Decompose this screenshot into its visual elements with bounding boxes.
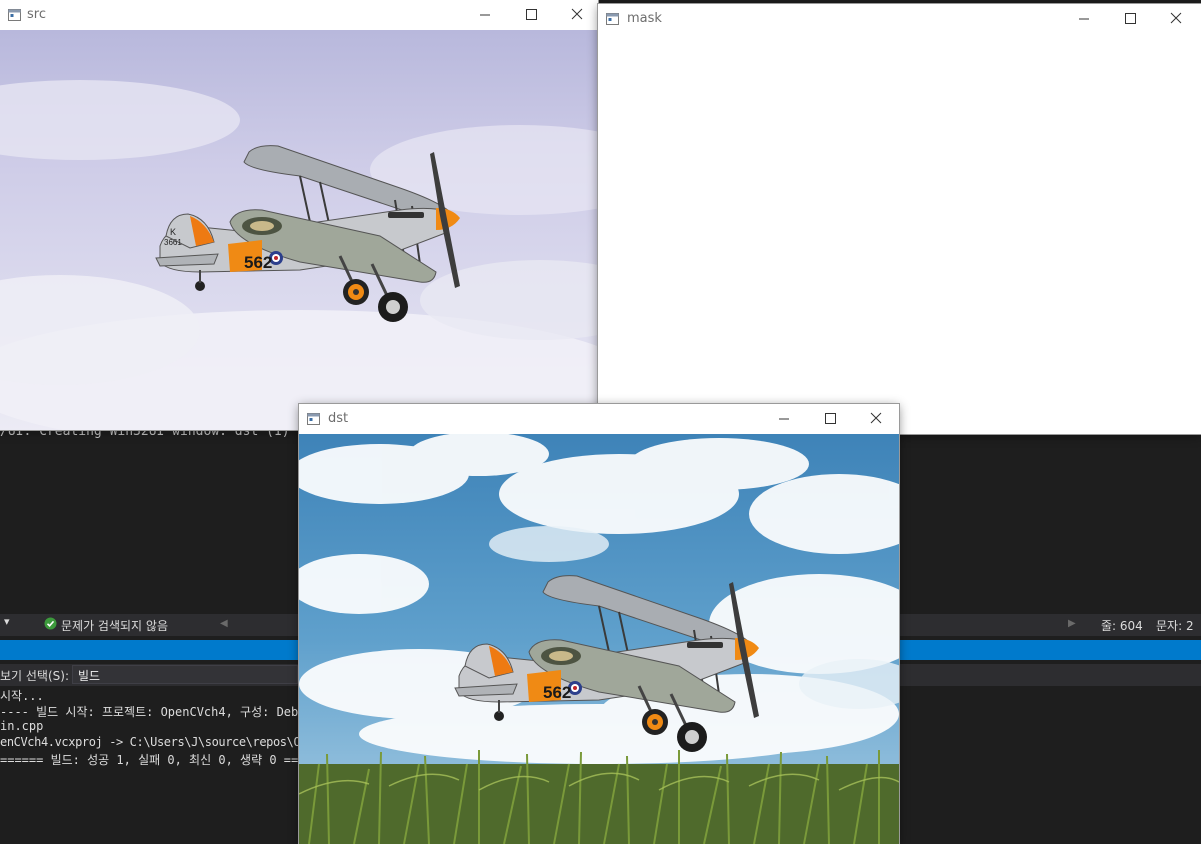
dst-window[interactable]: dst 562 (299, 404, 899, 844)
close-button[interactable] (853, 404, 899, 434)
svg-text:K: K (170, 227, 176, 237)
window-title: mask (627, 11, 662, 26)
minimize-icon (1079, 18, 1089, 20)
window-title: src (27, 7, 46, 22)
src-window[interactable]: src 562 K 3661 (0, 0, 598, 430)
output-line: ====== 빌드: 성공 1, 실패 0, 최신 0, 생략 0 ====== (0, 753, 328, 767)
maximize-icon (526, 9, 537, 20)
check-circle-icon (44, 617, 57, 633)
livery-number: 562 (244, 253, 272, 272)
maximize-button[interactable] (508, 0, 554, 30)
app-icon (307, 413, 320, 425)
window-title-bar[interactable]: src (0, 0, 598, 30)
window-title: dst (328, 411, 349, 426)
maximize-icon (1125, 13, 1136, 24)
minimize-button[interactable] (1061, 4, 1107, 34)
output-line: ---- 빌드 시작: 프로젝트: OpenCVch4, 구성: Debug x (0, 705, 328, 719)
maximize-button[interactable] (1107, 4, 1153, 34)
line-number-status: 줄: 604 (1101, 619, 1143, 633)
scroll-left-icon[interactable]: ◀ (220, 618, 228, 629)
close-icon (571, 8, 583, 20)
minimize-button[interactable] (761, 404, 807, 434)
app-icon (606, 13, 619, 25)
minimize-button[interactable] (462, 0, 508, 30)
char-number-status: 문자: 2 (1156, 619, 1194, 633)
dst-image: 562 (299, 434, 899, 844)
dropdown-arrow-icon[interactable]: ▾ (4, 615, 10, 628)
mask-image (598, 34, 1201, 434)
mask-window[interactable]: mask (598, 4, 1201, 434)
window-title-bar[interactable]: mask (598, 4, 1201, 34)
close-icon (1170, 12, 1182, 24)
app-icon (8, 9, 21, 21)
window-title-bar[interactable]: dst (299, 404, 899, 434)
no-issues-status[interactable]: 문제가 검색되지 않음 (61, 617, 168, 634)
close-button[interactable] (554, 0, 600, 30)
src-image: 562 K 3661 (0, 30, 598, 430)
show-output-label: 보기 선택(S): (0, 669, 69, 683)
output-line: enCVch4.vcxproj -> C:\Users\J\source\rep… (0, 735, 342, 749)
output-line: 시작... (0, 689, 44, 703)
close-button[interactable] (1153, 4, 1199, 34)
svg-text:562: 562 (543, 683, 571, 702)
show-output-select[interactable]: 빌드 (72, 665, 298, 684)
output-line: in.cpp (0, 719, 44, 733)
maximize-button[interactable] (807, 404, 853, 434)
close-icon (870, 412, 882, 424)
minimize-icon (779, 418, 789, 420)
maximize-icon (825, 413, 836, 424)
minimize-icon (480, 14, 490, 16)
scroll-right-icon[interactable]: ▶ (1068, 618, 1076, 629)
svg-text:3661: 3661 (164, 238, 182, 247)
